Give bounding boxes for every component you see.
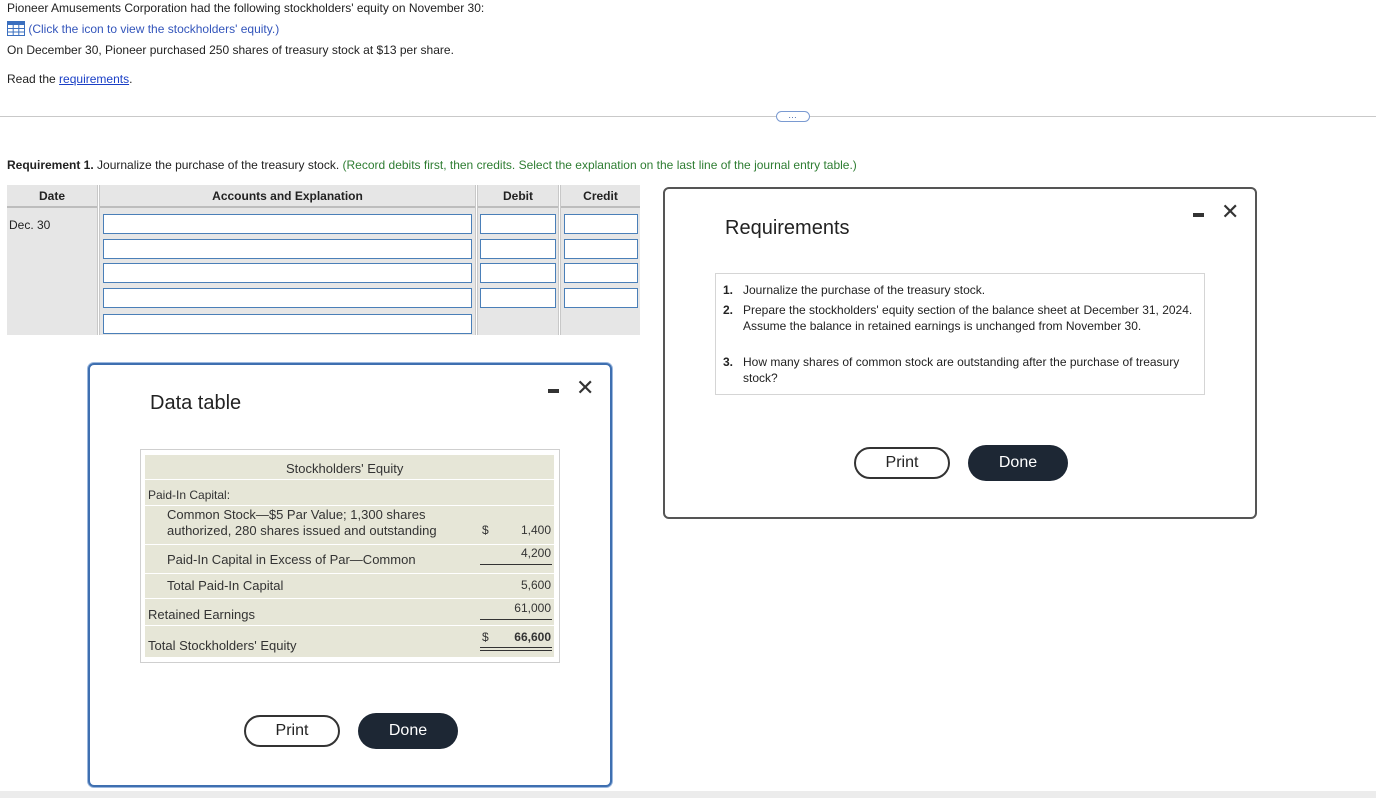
account-input-row-1[interactable]	[103, 214, 472, 234]
subtotal-underline	[480, 564, 552, 565]
requirement-text: Journalize the purchase of the treasury …	[743, 283, 986, 297]
column-separator	[475, 185, 478, 335]
requirements-minimize-button[interactable]	[1193, 213, 1204, 217]
data-table-print-button[interactable]: Print	[244, 715, 340, 747]
requirements-close-icon[interactable]: ✕	[1221, 201, 1239, 223]
account-input-row-4[interactable]	[103, 288, 472, 308]
requirement-number: 1.	[723, 283, 734, 297]
row-separator	[145, 479, 554, 480]
requirement-text: How many shares of common stock are outs…	[743, 355, 1180, 385]
account-input-row-3[interactable]	[103, 263, 472, 283]
column-separator	[558, 185, 561, 335]
debit-input-row-1[interactable]	[480, 214, 556, 234]
requirements-title: Requirements	[725, 217, 850, 239]
read-prefix: Read the	[7, 72, 60, 86]
requirement-1-instruction: (Record debits first, then credits. Sele…	[339, 158, 857, 172]
total-paid-in-value: 5,600	[520, 578, 551, 592]
more-button[interactable]: …	[776, 111, 810, 122]
row-separator	[145, 598, 554, 599]
subtotal-underline	[480, 619, 552, 620]
intro-line-1: Pioneer Amusements Corporation had the f…	[7, 1, 485, 15]
currency-symbol: $	[482, 630, 489, 644]
row-separator	[145, 625, 554, 626]
date-cell: Dec. 30	[9, 218, 51, 232]
requirement-number: 2.	[723, 303, 734, 317]
requirement-number: 3.	[723, 355, 734, 369]
total-equity-value: 66,600	[514, 630, 551, 644]
requirements-print-button[interactable]: Print	[854, 447, 950, 479]
double-underline	[480, 650, 552, 651]
row-separator	[145, 573, 554, 574]
date-header: Date	[7, 185, 97, 208]
debit-input-row-4[interactable]	[480, 288, 556, 308]
common-stock-label-1: Common Stock—$5 Par Value; 1,300 shares	[167, 507, 426, 522]
requirement-item: 3. How many shares of common stock are o…	[723, 354, 1198, 386]
minimize-button[interactable]	[548, 389, 559, 393]
requirement-1-text: Journalize the purchase of the treasury …	[93, 158, 340, 172]
read-suffix: .	[129, 72, 133, 86]
common-stock-label-2: authorized, 280 shares issued and outsta…	[167, 523, 437, 538]
data-table-title: Data table	[150, 392, 242, 414]
debit-input-row-3[interactable]	[480, 263, 556, 283]
row-separator	[145, 505, 554, 506]
accounts-header: Accounts and Explanation	[100, 185, 475, 208]
section-divider	[0, 116, 1376, 117]
read-requirements-line: Read the requirements.	[7, 72, 132, 86]
requirements-done-button[interactable]: Done	[968, 445, 1068, 481]
close-icon[interactable]: ✕	[576, 377, 594, 399]
view-equity-link[interactable]: (Click the icon to view the stockholders…	[7, 21, 279, 39]
bottom-scrollbar[interactable]	[0, 791, 1376, 798]
equity-heading: Stockholders' Equity	[286, 461, 404, 476]
column-separator	[97, 185, 100, 335]
double-underline	[480, 647, 552, 648]
data-table-done-button[interactable]: Done	[358, 713, 458, 749]
minimize-icon[interactable]	[1193, 213, 1204, 217]
common-stock-value: 1,400	[520, 523, 551, 537]
requirement-item: 2. Prepare the stockholders' equity sect…	[723, 302, 1198, 350]
intro-line-3: On December 30, Pioneer purchased 250 sh…	[7, 43, 454, 57]
table-icon[interactable]	[7, 21, 25, 39]
view-equity-link-text[interactable]: (Click the icon to view the stockholders…	[28, 22, 279, 36]
retained-earnings-value: 61,000	[514, 601, 551, 615]
credit-input-row-1[interactable]	[564, 214, 638, 234]
requirement-1-label: Requirement 1.	[7, 158, 94, 172]
retained-earnings-label: Retained Earnings	[148, 607, 255, 622]
requirement-text: Prepare the stockholders' equity section…	[743, 303, 1193, 333]
credit-header: Credit	[561, 185, 640, 208]
credit-input-row-4[interactable]	[564, 288, 638, 308]
paid-in-capital-label: Paid-In Capital:	[148, 488, 231, 502]
credit-input-row-2[interactable]	[564, 239, 638, 259]
total-paid-in-label: Total Paid-In Capital	[167, 578, 284, 593]
total-equity-label: Total Stockholders' Equity	[148, 638, 297, 653]
currency-symbol: $	[482, 523, 489, 537]
debit-input-row-2[interactable]	[480, 239, 556, 259]
debit-header: Debit	[478, 185, 558, 208]
requirement-item: 1. Journalize the purchase of the treasu…	[723, 282, 1198, 298]
requirements-link[interactable]: requirements	[59, 72, 129, 86]
requirements-list: 1. Journalize the purchase of the treasu…	[715, 273, 1205, 395]
explanation-input[interactable]	[103, 314, 472, 334]
requirement-1-heading: Requirement 1. Journalize the purchase o…	[7, 158, 857, 172]
credit-input-row-3[interactable]	[564, 263, 638, 283]
apic-label: Paid-In Capital in Excess of Par—Common	[167, 552, 416, 567]
minimize-icon[interactable]	[548, 389, 559, 393]
account-input-row-2[interactable]	[103, 239, 472, 259]
apic-value: 4,200	[520, 546, 551, 560]
row-separator	[145, 544, 554, 545]
